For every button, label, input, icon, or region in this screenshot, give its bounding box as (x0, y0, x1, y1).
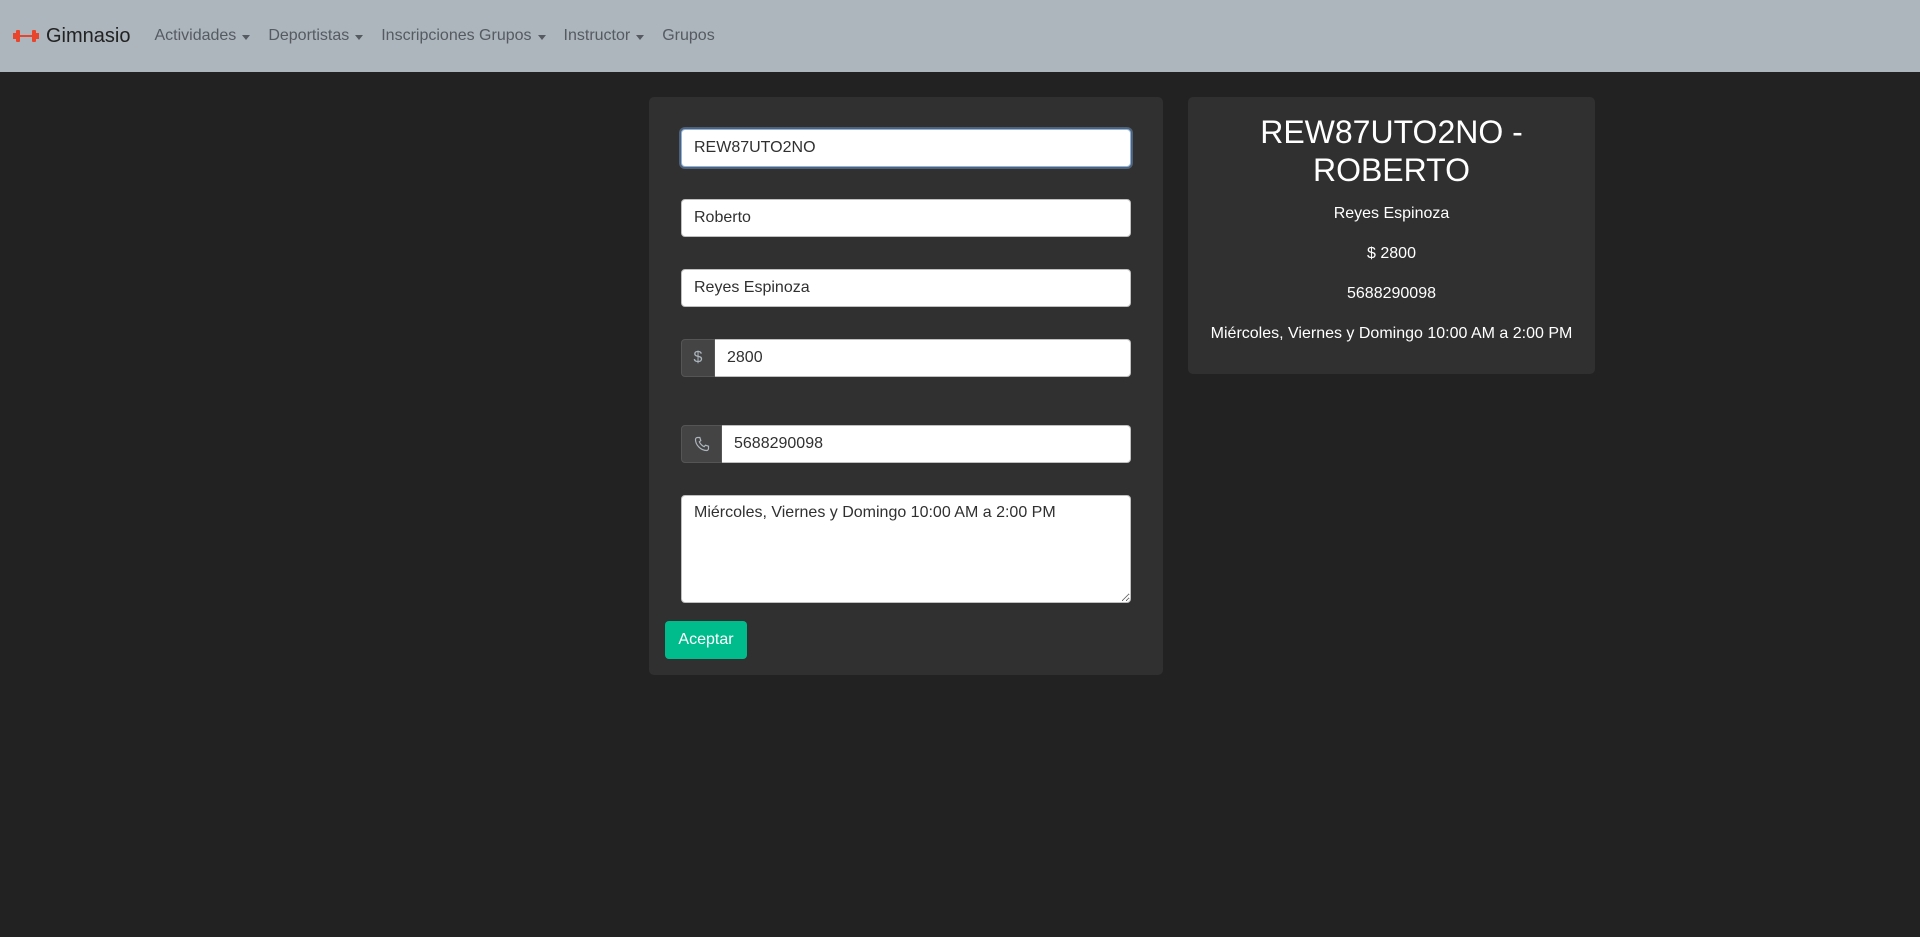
accept-button[interactable]: Aceptar (665, 621, 747, 659)
price-input[interactable] (715, 339, 1131, 377)
nav-item-label: Deportistas (268, 27, 350, 44)
nav-item-label: Instructor (563, 27, 631, 44)
phone-input-group (681, 425, 1131, 463)
nav-item-label: Grupos (662, 27, 715, 44)
nav-item-label: Inscripciones Grupos (381, 27, 532, 44)
brand-link[interactable]: Gimnasio (12, 25, 130, 48)
brand-label: Gimnasio (46, 24, 131, 47)
preview-phone: 5688290098 (1347, 285, 1436, 302)
price-input-group: $ (681, 339, 1131, 377)
instructor-form: $ Miércoles, Viernes y Domingo 10:00 AM … (649, 97, 1163, 675)
caret-down-icon (537, 34, 546, 40)
nav-item-instructor[interactable]: Instructor (564, 27, 645, 45)
nav-item-deportistas[interactable]: Deportistas (268, 27, 364, 45)
nav-item-grupos[interactable]: Grupos (662, 27, 714, 45)
nav-item-label: Actividades (154, 27, 237, 44)
code-input[interactable] (681, 129, 1131, 167)
phone-input[interactable] (722, 425, 1131, 463)
top-navbar: Gimnasio Actividades Deportistas Inscrip… (0, 0, 1920, 72)
phone-icon (681, 425, 722, 463)
nav-item-inscripciones-grupos[interactable]: Inscripciones Grupos (381, 27, 546, 45)
dumbbell-icon (12, 26, 40, 46)
schedule-textarea[interactable]: Miércoles, Viernes y Domingo 10:00 AM a … (681, 495, 1131, 603)
preview-price: $ 2800 (1367, 245, 1416, 262)
surname-input[interactable] (681, 269, 1131, 307)
preview-surname: Reyes Espinoza (1333, 205, 1450, 222)
caret-down-icon (242, 34, 251, 40)
caret-down-icon (355, 34, 364, 40)
price-addon: $ (681, 339, 715, 377)
nav-item-actividades[interactable]: Actividades (154, 27, 251, 45)
name-input[interactable] (681, 199, 1131, 237)
preview-schedule: Miércoles, Viernes y Domingo 10:00 AM a … (1210, 325, 1573, 342)
preview-card: REW87UTO2NO - ROBERTO Reyes Espinoza $ 2… (1188, 97, 1595, 374)
caret-down-icon (636, 34, 645, 40)
preview-title: REW87UTO2NO - ROBERTO (1260, 114, 1523, 188)
